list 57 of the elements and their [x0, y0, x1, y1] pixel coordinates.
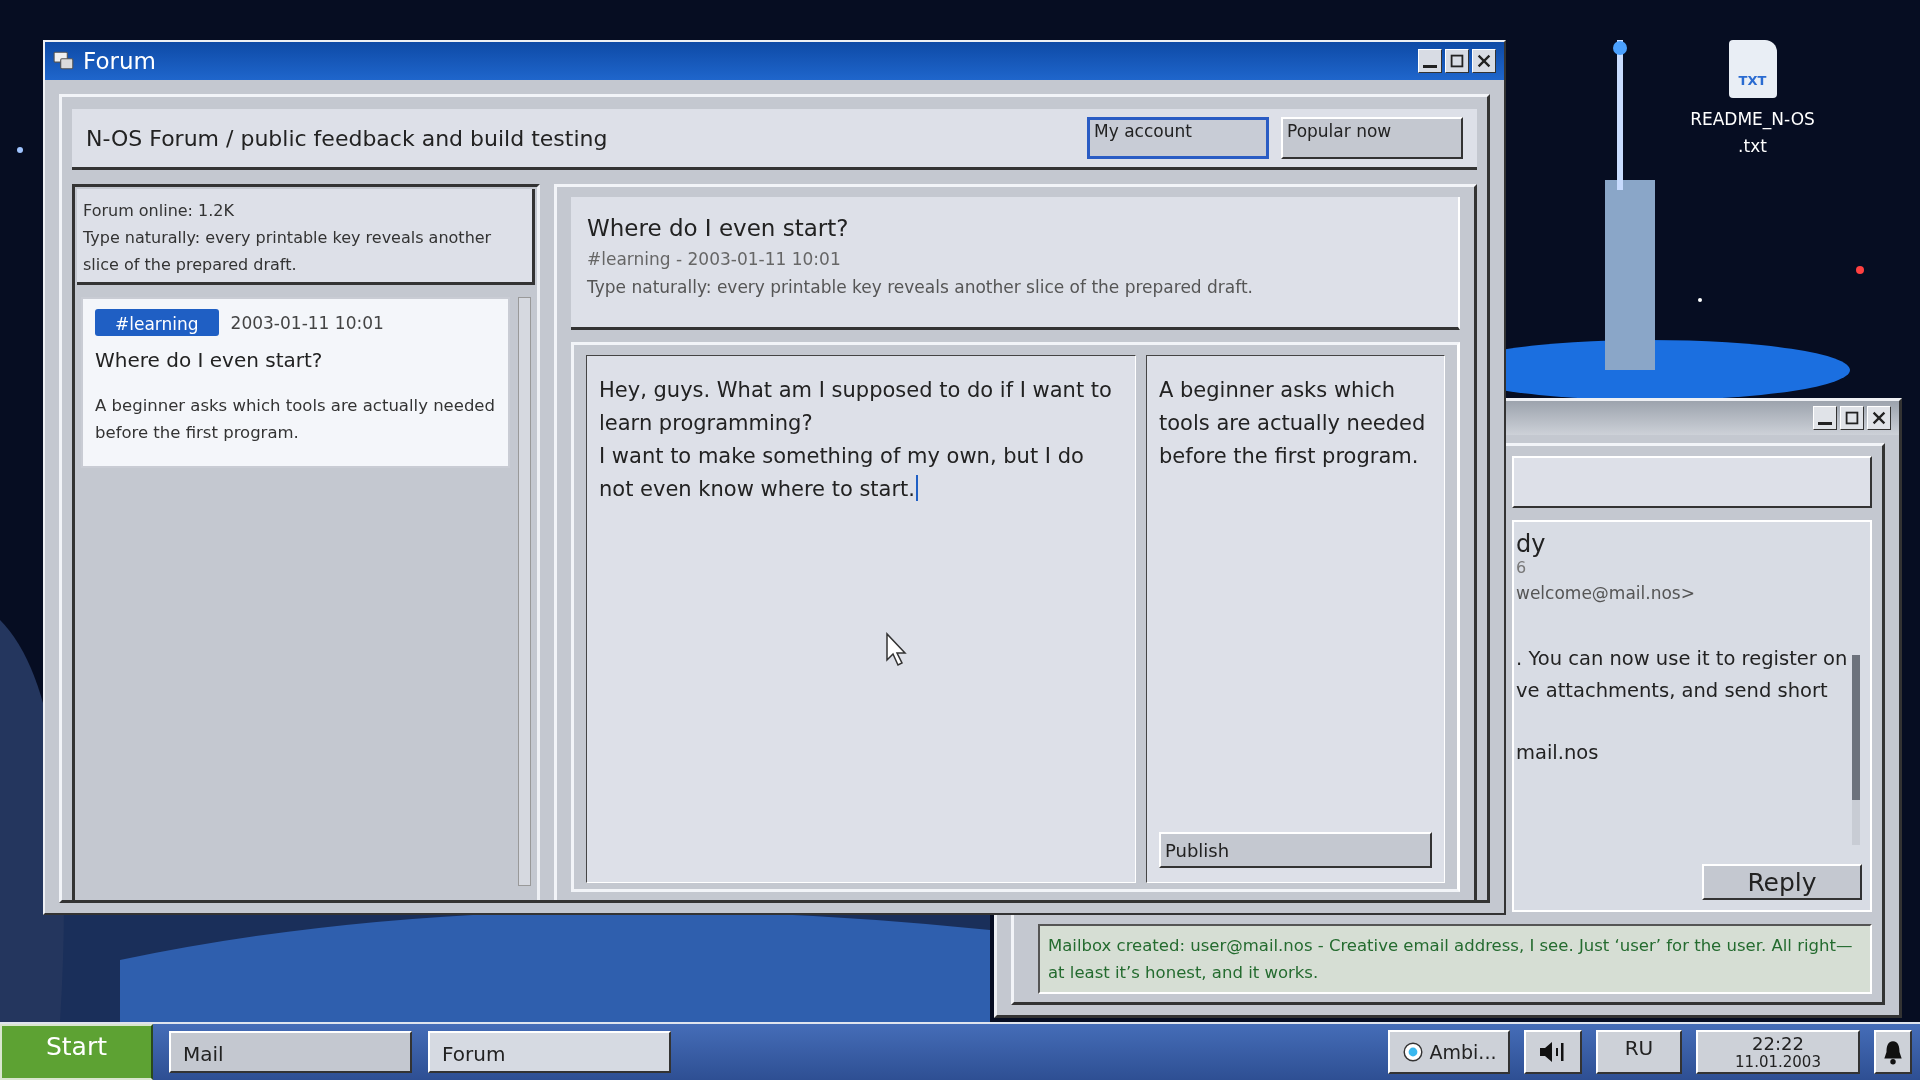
maximize-button[interactable] — [1840, 406, 1864, 430]
topic-description: Type naturally: every printable key reveals another slice of the prepared draft. — [587, 277, 1254, 297]
minimize-icon — [1423, 65, 1437, 68]
close-icon — [1475, 52, 1493, 70]
status-message: Mailbox created: user@mail.nos - Creative email address, I see. Just ‘user’ for the user. All right—at least it’s honest, and it works. — [1038, 924, 1872, 994]
taskbar-item[interactable]: Mail — [169, 1031, 412, 1073]
hint-text: Type naturally: every printable key reveals another slice of the prepared draft. — [83, 227, 493, 276]
input-field[interactable] — [1512, 456, 1872, 508]
message-date: 6 — [1516, 558, 1528, 577]
text-caret — [916, 475, 918, 501]
language-button[interactable]: RU — [1596, 1030, 1682, 1074]
file-label[interactable]: README_N-OS .txt — [1690, 106, 1815, 160]
close-button[interactable] — [1472, 49, 1496, 73]
radio-dot-icon — [1401, 1041, 1424, 1063]
nav-button[interactable]: My account — [1087, 117, 1269, 159]
reply-field[interactable]: Hey, guys. What am I supposed to do if I want to learn programming? I want to make something of my own, but I do not even know where to start. — [586, 355, 1136, 883]
post-date: 2003-01-11 10:01 — [230, 312, 384, 333]
clock[interactable]: 22:22 11.01.2003 — [1696, 1030, 1860, 1074]
scrollbar-thumb[interactable] — [1852, 655, 1860, 800]
close-button[interactable] — [1867, 406, 1891, 430]
media-button[interactable]: Ambi... — [1388, 1030, 1510, 1074]
notifications-button[interactable] — [1874, 1030, 1912, 1074]
cursor-icon — [885, 632, 909, 668]
maximize-button[interactable] — [1445, 49, 1469, 73]
bell-icon — [1882, 1039, 1904, 1065]
sender-address: welcome@mail.nos> — [1516, 583, 1696, 603]
maximize-icon — [1448, 52, 1466, 70]
topic-meta: #learning - 2003-01-11 10:01 — [587, 249, 842, 269]
scrollbar[interactable] — [1852, 655, 1860, 845]
tag-badge: #learning — [95, 309, 219, 336]
minimize-icon — [1818, 422, 1832, 425]
clock-date: 11.01.2003 — [1735, 1053, 1821, 1071]
maximize-icon — [1843, 409, 1861, 427]
post-title: Where do I even start? — [95, 348, 324, 372]
chat-bubbles-icon — [53, 50, 75, 72]
post-card[interactable]: #learning 2003-01-11 10:01 Where do I even start? A beginner asks which tools are actually needed before the first program. — [81, 297, 510, 468]
summary-text: A beginner asks which tools are actually needed before the first program. — [1159, 377, 1427, 470]
post-summary: A beginner asks which tools are actually needed before the first program. — [95, 395, 496, 444]
window-title: Forum — [83, 48, 156, 74]
online-count: Forum online: 1.2K — [83, 200, 236, 222]
minimize-button[interactable] — [1418, 49, 1442, 73]
media-label: Ambi... — [1429, 1041, 1497, 1063]
volume-button[interactable] — [1524, 1030, 1582, 1074]
sender-name: dy — [1516, 530, 1547, 558]
message-text: . You can now use it to register on ve attachments, and send short — [1516, 646, 1848, 704]
taskbar-item[interactable]: Forum — [428, 1031, 671, 1073]
forum-title: N-OS Forum / public feedback and build testing — [86, 125, 608, 151]
clock-time: 22:22 — [1752, 1033, 1804, 1054]
reply-button[interactable]: Reply — [1702, 864, 1862, 900]
close-icon — [1870, 409, 1888, 427]
scrollbar[interactable] — [518, 297, 531, 886]
message-text: mail.nos — [1516, 740, 1599, 766]
minimize-button[interactable] — [1813, 406, 1837, 430]
publish-button[interactable]: Publish — [1159, 832, 1432, 868]
topic-title: Where do I even start? — [587, 215, 850, 241]
text-file-icon[interactable]: TXT — [1728, 40, 1777, 98]
nav-button[interactable]: Popular now — [1281, 117, 1463, 159]
